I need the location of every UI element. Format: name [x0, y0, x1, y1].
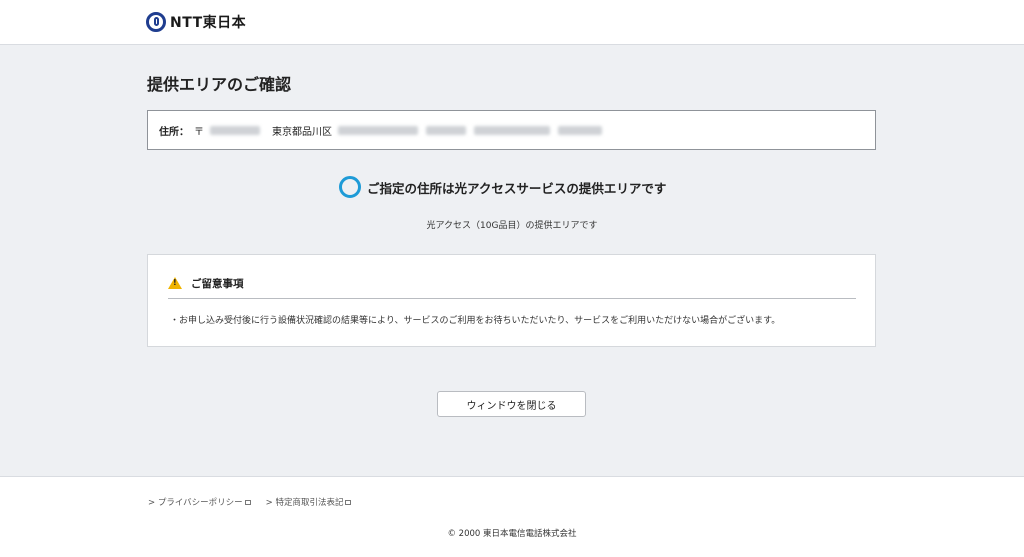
- warning-icon: [168, 277, 182, 289]
- copyright: © 2000 東日本電信電話株式会社: [447, 529, 577, 539]
- commercial-law-link[interactable]: > 特定商取引法表記: [266, 496, 352, 508]
- external-link-icon: [244, 499, 251, 505]
- site-footer: > プライバシーポリシー > 特定商取引法表記 © 2000 東日本電信電話株式…: [0, 476, 1024, 557]
- ntt-logo-icon: [146, 12, 166, 32]
- circle-ok-icon: [339, 176, 361, 198]
- page-title: 提供エリアのご確認: [147, 75, 292, 94]
- site-header: NTT東日本: [0, 0, 1024, 45]
- notice-body: ・お申し込み受付後に行う設備状況確認の結果等により、サービスのご利用をお待ちいた…: [170, 316, 781, 326]
- redacted-address-1: [338, 125, 418, 135]
- address-label: 住所：: [159, 126, 189, 138]
- privacy-policy-link[interactable]: > プライバシーポリシー: [148, 496, 251, 508]
- close-window-button[interactable]: ウィンドウを閉じる: [437, 391, 586, 417]
- result-detail: 光アクセス（10G品目）の提供エリアです: [426, 221, 598, 231]
- commercial-law-label: > 特定商取引法表記: [265, 498, 344, 508]
- external-link-icon: [345, 499, 352, 505]
- result-line: ご指定の住所は光アクセスサービスの提供エリアです: [339, 176, 666, 198]
- redacted-address-3: [474, 125, 550, 135]
- redacted-postal-code: [210, 125, 260, 135]
- notice-header: ご留意事項: [168, 276, 856, 299]
- redacted-address-2: [426, 125, 466, 135]
- address-city: 東京都品川区: [272, 126, 332, 138]
- privacy-policy-label: > プライバシーポリシー: [148, 498, 243, 508]
- notice-box: ご留意事項 ・お申し込み受付後に行う設備状況確認の結果等により、サービスのご利用…: [147, 254, 876, 347]
- result-message: ご指定の住所は光アクセスサービスの提供エリアです: [367, 180, 667, 196]
- postal-prefix: 〒: [194, 126, 204, 138]
- footer-links: > プライバシーポリシー > 特定商取引法表記: [148, 496, 366, 508]
- logo-text: NTT東日本: [170, 15, 247, 31]
- redacted-address-4: [558, 125, 602, 135]
- notice-title: ご留意事項: [191, 278, 244, 290]
- ntt-logo[interactable]: NTT東日本: [146, 10, 246, 34]
- address-box: 住所： 〒 東京都品川区: [147, 110, 876, 150]
